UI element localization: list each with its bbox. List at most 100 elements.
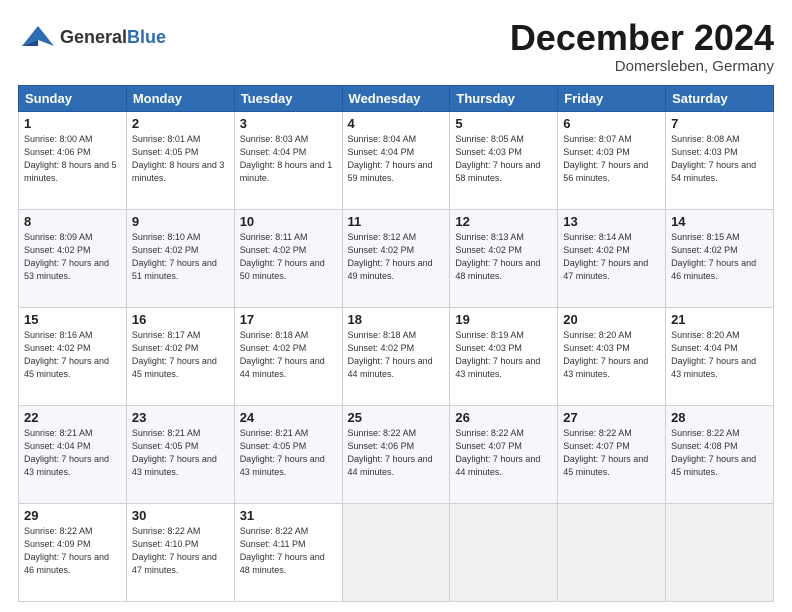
week-row-3: 15 Sunrise: 8:16 AMSunset: 4:02 PMDayligh… bbox=[19, 307, 774, 405]
table-row: 6 Sunrise: 8:07 AMSunset: 4:03 PMDaylight… bbox=[558, 111, 666, 209]
col-tuesday: Tuesday bbox=[234, 85, 342, 111]
logo-text-general: GeneralBlue bbox=[60, 27, 166, 48]
col-wednesday: Wednesday bbox=[342, 85, 450, 111]
logo-text-blue: Blue bbox=[127, 27, 166, 47]
table-row bbox=[342, 503, 450, 601]
table-row: 17 Sunrise: 8:18 AMSunset: 4:02 PMDayligh… bbox=[234, 307, 342, 405]
day-info: Sunrise: 8:22 AMSunset: 4:06 PMDaylight:… bbox=[348, 427, 445, 479]
day-number: 31 bbox=[240, 508, 337, 523]
day-info: Sunrise: 8:16 AMSunset: 4:02 PMDaylight:… bbox=[24, 329, 121, 381]
week-row-5: 29 Sunrise: 8:22 AMSunset: 4:09 PMDayligh… bbox=[19, 503, 774, 601]
calendar-table: Sunday Monday Tuesday Wednesday Thursday… bbox=[18, 85, 774, 602]
table-row: 27Sunrise: 8:22 AMSunset: 4:07 PMDayligh… bbox=[558, 405, 666, 503]
day-info: Sunrise: 8:01 AMSunset: 4:05 PMDaylight:… bbox=[132, 133, 229, 185]
table-row: 8 Sunrise: 8:09 AMSunset: 4:02 PMDaylight… bbox=[19, 209, 127, 307]
table-row: 23 Sunrise: 8:21 AMSunset: 4:05 PMDayligh… bbox=[126, 405, 234, 503]
table-row: 26 Sunrise: 8:22 AMSunset: 4:07 PMDayligh… bbox=[450, 405, 558, 503]
week-row-1: 1 Sunrise: 8:00 AMSunset: 4:06 PMDaylight… bbox=[19, 111, 774, 209]
day-number: 5 bbox=[455, 116, 552, 131]
day-number: 24 bbox=[240, 410, 337, 425]
day-number: 4 bbox=[348, 116, 445, 131]
col-sunday: Sunday bbox=[19, 85, 127, 111]
day-info: Sunrise: 8:22 AMSunset: 4:10 PMDaylight:… bbox=[132, 525, 229, 577]
day-info: Sunrise: 8:22 AMSunset: 4:11 PMDaylight:… bbox=[240, 525, 337, 577]
table-row: 16 Sunrise: 8:17 AMSunset: 4:02 PMDayligh… bbox=[126, 307, 234, 405]
day-info: Sunrise: 8:22 AMSunset: 4:07 PMDaylight:… bbox=[455, 427, 552, 479]
day-number: 28 bbox=[671, 410, 768, 425]
table-row: 15 Sunrise: 8:16 AMSunset: 4:02 PMDayligh… bbox=[19, 307, 127, 405]
day-info: Sunrise: 8:07 AMSunset: 4:03 PMDaylight:… bbox=[563, 133, 660, 185]
calendar-body: 1 Sunrise: 8:00 AMSunset: 4:06 PMDaylight… bbox=[19, 111, 774, 601]
day-info: Sunrise: 8:20 AMSunset: 4:04 PMDaylight:… bbox=[671, 329, 768, 381]
day-number: 6 bbox=[563, 116, 660, 131]
day-number: 16 bbox=[132, 312, 229, 327]
day-number: 11 bbox=[348, 214, 445, 229]
day-number: 18 bbox=[348, 312, 445, 327]
location: Domersleben, Germany bbox=[510, 58, 774, 75]
day-number: 1 bbox=[24, 116, 121, 131]
week-row-4: 22Sunrise: 8:21 AMSunset: 4:04 PMDayligh… bbox=[19, 405, 774, 503]
day-info: Sunrise: 8:11 AMSunset: 4:02 PMDaylight:… bbox=[240, 231, 337, 283]
day-info: Sunrise: 8:22 AMSunset: 4:09 PMDaylight:… bbox=[24, 525, 121, 577]
day-info: Sunrise: 8:14 AMSunset: 4:02 PMDaylight:… bbox=[563, 231, 660, 283]
table-row bbox=[450, 503, 558, 601]
table-row: 14Sunrise: 8:15 AMSunset: 4:02 PMDayligh… bbox=[666, 209, 774, 307]
day-info: Sunrise: 8:21 AMSunset: 4:04 PMDaylight:… bbox=[24, 427, 121, 479]
table-row: 9Sunrise: 8:10 AMSunset: 4:02 PMDaylight… bbox=[126, 209, 234, 307]
table-row: 19Sunrise: 8:19 AMSunset: 4:03 PMDayligh… bbox=[450, 307, 558, 405]
day-info: Sunrise: 8:08 AMSunset: 4:03 PMDaylight:… bbox=[671, 133, 768, 185]
day-info: Sunrise: 8:17 AMSunset: 4:02 PMDaylight:… bbox=[132, 329, 229, 381]
month-title: December 2024 bbox=[510, 18, 774, 58]
day-number: 12 bbox=[455, 214, 552, 229]
col-monday: Monday bbox=[126, 85, 234, 111]
header: GeneralBlue December 2024 Domersleben, G… bbox=[18, 18, 774, 75]
table-row: 22Sunrise: 8:21 AMSunset: 4:04 PMDayligh… bbox=[19, 405, 127, 503]
table-row: 4 Sunrise: 8:04 AMSunset: 4:04 PMDaylight… bbox=[342, 111, 450, 209]
day-info: Sunrise: 8:04 AMSunset: 4:04 PMDaylight:… bbox=[348, 133, 445, 185]
day-number: 29 bbox=[24, 508, 121, 523]
day-info: Sunrise: 8:21 AMSunset: 4:05 PMDaylight:… bbox=[132, 427, 229, 479]
day-number: 26 bbox=[455, 410, 552, 425]
day-info: Sunrise: 8:20 AMSunset: 4:03 PMDaylight:… bbox=[563, 329, 660, 381]
day-number: 23 bbox=[132, 410, 229, 425]
day-number: 3 bbox=[240, 116, 337, 131]
table-row: 13Sunrise: 8:14 AMSunset: 4:02 PMDayligh… bbox=[558, 209, 666, 307]
table-row: 24Sunrise: 8:21 AMSunset: 4:05 PMDayligh… bbox=[234, 405, 342, 503]
table-row: 3 Sunrise: 8:03 AMSunset: 4:04 PMDaylight… bbox=[234, 111, 342, 209]
day-number: 19 bbox=[455, 312, 552, 327]
day-number: 10 bbox=[240, 214, 337, 229]
col-thursday: Thursday bbox=[450, 85, 558, 111]
table-row: 18Sunrise: 8:18 AMSunset: 4:02 PMDayligh… bbox=[342, 307, 450, 405]
day-number: 21 bbox=[671, 312, 768, 327]
table-row: 29 Sunrise: 8:22 AMSunset: 4:09 PMDayligh… bbox=[19, 503, 127, 601]
day-number: 25 bbox=[348, 410, 445, 425]
day-number: 20 bbox=[563, 312, 660, 327]
day-number: 17 bbox=[240, 312, 337, 327]
day-number: 2 bbox=[132, 116, 229, 131]
day-info: Sunrise: 8:22 AMSunset: 4:07 PMDaylight:… bbox=[563, 427, 660, 479]
table-row bbox=[558, 503, 666, 601]
day-number: 8 bbox=[24, 214, 121, 229]
day-info: Sunrise: 8:15 AMSunset: 4:02 PMDaylight:… bbox=[671, 231, 768, 283]
day-info: Sunrise: 8:03 AMSunset: 4:04 PMDaylight:… bbox=[240, 133, 337, 185]
table-row: 1 Sunrise: 8:00 AMSunset: 4:06 PMDaylight… bbox=[19, 111, 127, 209]
page: GeneralBlue December 2024 Domersleben, G… bbox=[0, 0, 792, 612]
logo: GeneralBlue bbox=[18, 18, 166, 56]
col-saturday: Saturday bbox=[666, 85, 774, 111]
table-row: 7Sunrise: 8:08 AMSunset: 4:03 PMDaylight… bbox=[666, 111, 774, 209]
day-number: 30 bbox=[132, 508, 229, 523]
logo-icon bbox=[18, 18, 56, 56]
day-info: Sunrise: 8:18 AMSunset: 4:02 PMDaylight:… bbox=[240, 329, 337, 381]
table-row: 5Sunrise: 8:05 AMSunset: 4:03 PMDaylight… bbox=[450, 111, 558, 209]
table-row: 2 Sunrise: 8:01 AMSunset: 4:05 PMDaylight… bbox=[126, 111, 234, 209]
table-row: 30 Sunrise: 8:22 AMSunset: 4:10 PMDayligh… bbox=[126, 503, 234, 601]
header-row: Sunday Monday Tuesday Wednesday Thursday… bbox=[19, 85, 774, 111]
day-number: 15 bbox=[24, 312, 121, 327]
table-row: 20 Sunrise: 8:20 AMSunset: 4:03 PMDayligh… bbox=[558, 307, 666, 405]
day-info: Sunrise: 8:12 AMSunset: 4:02 PMDaylight:… bbox=[348, 231, 445, 283]
col-friday: Friday bbox=[558, 85, 666, 111]
day-info: Sunrise: 8:09 AMSunset: 4:02 PMDaylight:… bbox=[24, 231, 121, 283]
day-info: Sunrise: 8:22 AMSunset: 4:08 PMDaylight:… bbox=[671, 427, 768, 479]
day-info: Sunrise: 8:00 AMSunset: 4:06 PMDaylight:… bbox=[24, 133, 121, 185]
day-info: Sunrise: 8:13 AMSunset: 4:02 PMDaylight:… bbox=[455, 231, 552, 283]
